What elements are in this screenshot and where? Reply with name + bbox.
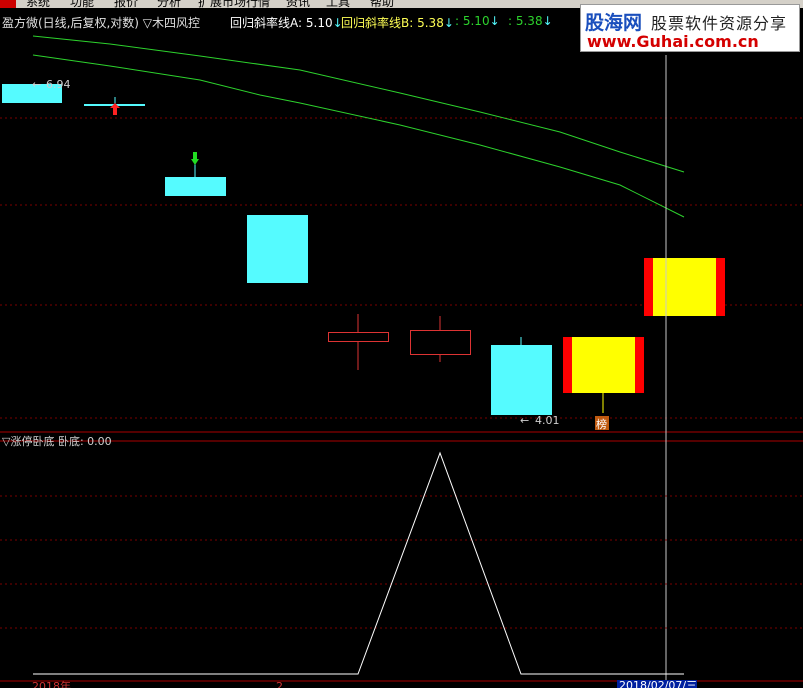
indicator-grid [0,495,803,629]
kline-chart[interactable]: 榜 ← 6.94 ← 4.01 ▽涨停卧底 卧底: 0.00 2018年 2 2… [0,0,803,688]
indicator-title: ▽涨停卧底 卧底: 0.00 [2,434,112,448]
candle-limit-up[interactable] [572,337,635,393]
candles [2,84,725,415]
down-arrow-icon-stem [193,152,197,159]
up-arrow-icon-stem [113,108,117,115]
low-label: 4.01 [535,414,560,427]
axis-month-label: 2 [276,680,283,688]
regression-line-b [32,54,685,218]
candle-up[interactable] [491,345,552,415]
candle-hollow[interactable] [410,330,471,355]
axis-year-label: 2018年 [32,679,71,688]
candle-up[interactable] [165,177,226,196]
candle-hollow[interactable] [328,332,389,342]
down-arrow-icon [191,159,199,165]
candle-up[interactable] [247,215,308,283]
cursor-date: 2018/02/07/三 [619,679,697,688]
indicator-line-wodi [33,451,684,675]
high-label: 6.94 [46,78,71,91]
low-label-arrow: ← [520,414,529,427]
candle-limit-up[interactable] [653,258,716,316]
high-label-arrow: ← [32,78,41,91]
bang-badge-label: 榜 [596,417,607,431]
